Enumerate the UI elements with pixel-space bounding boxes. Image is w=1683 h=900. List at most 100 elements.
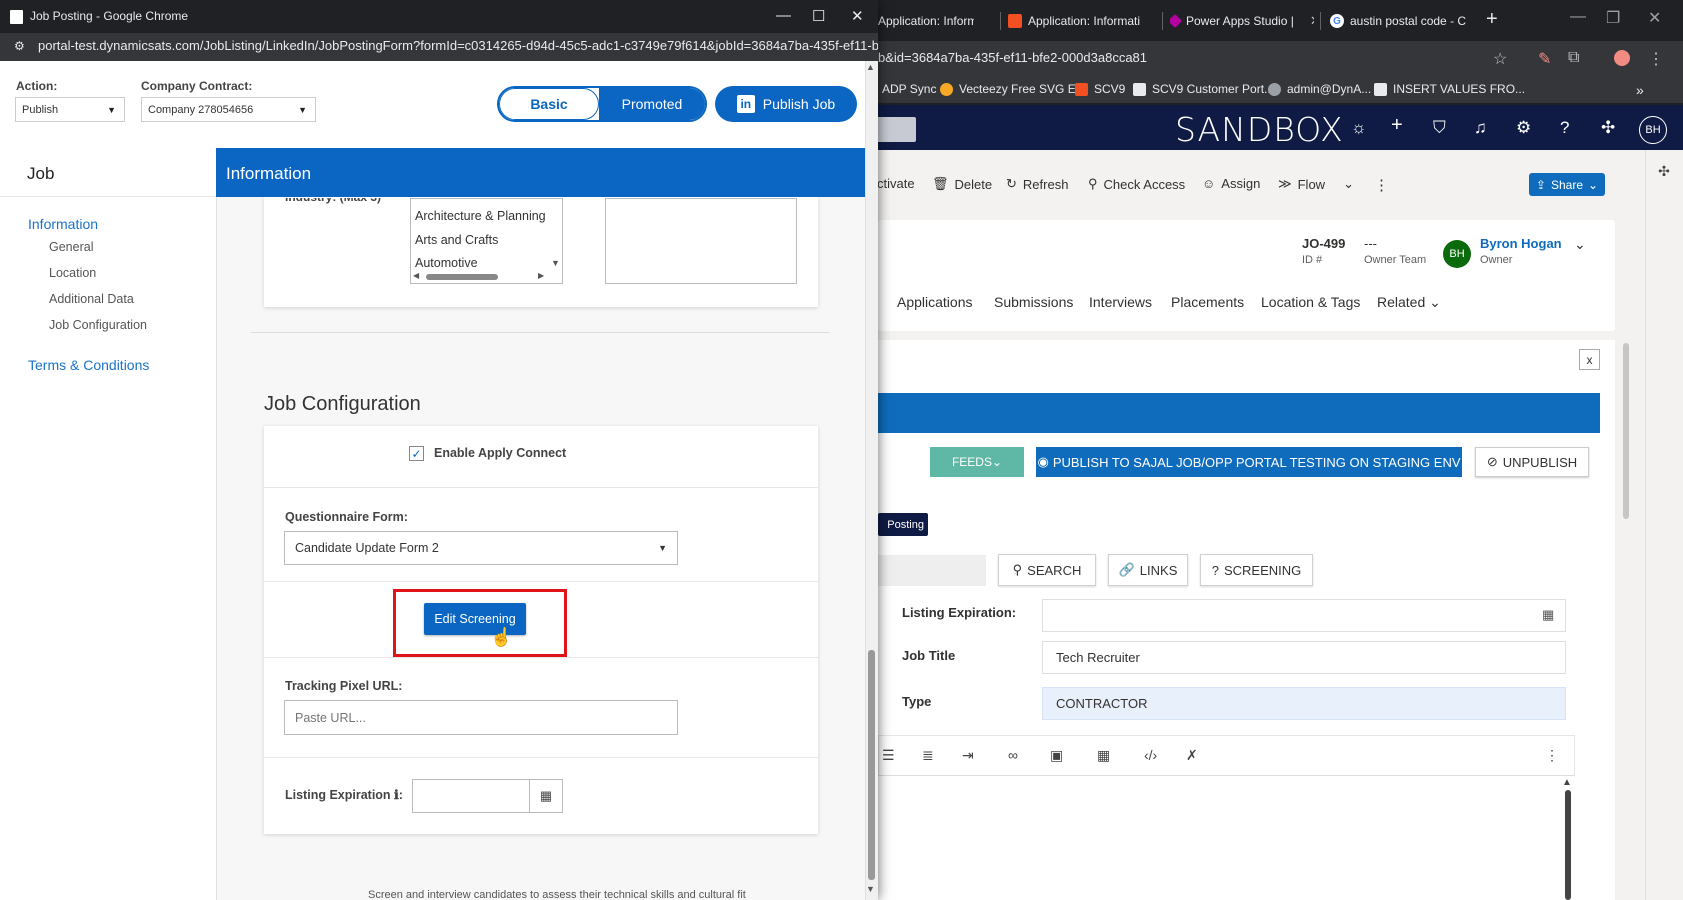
- scroll-up-icon[interactable]: ▲: [1562, 777, 1572, 788]
- bookmark-6[interactable]: INSERT VALUES FRO...: [1374, 82, 1525, 96]
- bg-tab-3[interactable]: Power Apps Studio | ✕: [1170, 6, 1314, 36]
- action-select[interactable]: Publish ▼: [15, 97, 125, 122]
- tracking-pixel-input[interactable]: [284, 700, 678, 735]
- enable-apply-connect-checkbox[interactable]: ✓: [409, 446, 424, 461]
- avatar[interactable]: BH: [1639, 116, 1667, 144]
- close-window-icon[interactable]: ✕: [1648, 8, 1661, 28]
- bookmark-2[interactable]: Vecteezy Free SVG E...: [940, 82, 1086, 96]
- industry-option[interactable]: Automotive: [415, 256, 478, 270]
- publish-to-portal-button[interactable]: ◉ PUBLISH TO SAJAL JOB/OPP PORTAL TESTING…: [1036, 447, 1462, 477]
- link-icon[interactable]: ∞: [1008, 747, 1018, 763]
- questionnaire-form-select[interactable]: Candidate Update Form 2 ▼: [284, 531, 678, 565]
- tab-submissions[interactable]: Submissions: [994, 294, 1073, 310]
- close-window-icon[interactable]: ✕: [851, 7, 864, 25]
- nav-general[interactable]: General: [49, 240, 93, 254]
- tab-related[interactable]: Related ⌄: [1377, 294, 1441, 311]
- new-tab-icon[interactable]: +: [1486, 8, 1498, 31]
- cmd-refresh[interactable]: ↻ Refresh: [1006, 176, 1068, 192]
- copilot-side-icon[interactable]: ✣: [1645, 163, 1683, 180]
- scroll-up-icon[interactable]: ▲: [866, 62, 875, 72]
- industry-option[interactable]: Architecture & Planning: [415, 209, 546, 223]
- type-field[interactable]: CONTRACTOR: [1042, 687, 1566, 720]
- links-button[interactable]: 🔗 LINKS: [1108, 554, 1188, 586]
- scroll-left-icon[interactable]: ◀: [413, 271, 419, 280]
- image-icon[interactable]: ▣: [1050, 747, 1063, 764]
- basic-option[interactable]: Basic: [499, 88, 599, 120]
- bookmark-4[interactable]: SCV9 Customer Port...: [1133, 82, 1274, 96]
- popup-url[interactable]: portal-test.dynamicsats.com/JobListing/L…: [38, 38, 878, 53]
- editor-scrollbar[interactable]: [1565, 790, 1571, 900]
- bg-tab-4[interactable]: G austin postal code - C ✕: [1330, 6, 1478, 36]
- popup-scrollbar-thumb[interactable]: [868, 650, 875, 880]
- search-button[interactable]: ⚲ SEARCH: [998, 554, 1096, 586]
- bg-tab-2[interactable]: Application: Informati ✕: [1008, 6, 1156, 36]
- numbered-list-icon[interactable]: ≣: [922, 747, 934, 764]
- owner-name-link[interactable]: Byron Hogan: [1480, 236, 1562, 251]
- chrome-menu-icon[interactable]: ⋮: [1648, 49, 1664, 69]
- tab-interviews[interactable]: Interviews: [1089, 294, 1152, 310]
- scroll-down-icon[interactable]: ▼: [551, 258, 560, 268]
- nav-location[interactable]: Location: [49, 266, 96, 280]
- minimize-icon[interactable]: —: [776, 7, 791, 24]
- bookmark-1[interactable]: ADP Sync: [882, 82, 936, 96]
- publish-job-button[interactable]: in Publish Job: [715, 86, 857, 122]
- table-icon[interactable]: ▦: [1097, 747, 1110, 764]
- maximize-icon[interactable]: ❐: [1606, 8, 1620, 28]
- add-icon[interactable]: +: [1391, 114, 1403, 137]
- code-icon[interactable]: ‹/›: [1144, 747, 1157, 763]
- lightbulb-icon[interactable]: ☼: [1351, 118, 1367, 138]
- help-icon[interactable]: ?: [1560, 118, 1569, 138]
- unpublish-button[interactable]: ⊘ UNPUBLISH: [1475, 447, 1589, 477]
- clear-format-icon[interactable]: ✗: [1186, 747, 1198, 764]
- star-icon[interactable]: ☆: [1493, 49, 1507, 69]
- calendar-icon[interactable]: ▦: [529, 779, 563, 813]
- background-url[interactable]: b&id=3684a7ba-435f-ef11-bfe2-000d3a8cca8…: [878, 50, 1147, 65]
- page-scrollbar[interactable]: [1623, 343, 1629, 519]
- calendar-icon[interactable]: ▦: [1542, 607, 1554, 623]
- cmd-delete[interactable]: 🗑 Delete: [932, 176, 992, 192]
- listbox-horizontal-scrollbar[interactable]: [426, 274, 498, 280]
- indent-icon[interactable]: ⇥: [962, 747, 974, 764]
- scroll-down-icon[interactable]: ▼: [866, 884, 875, 894]
- nav-additional-data[interactable]: Additional Data: [49, 292, 134, 306]
- tab-location-tags[interactable]: Location & Tags: [1261, 294, 1360, 310]
- panel-search-input[interactable]: [878, 555, 986, 586]
- gear-icon[interactable]: ⚙: [1516, 118, 1531, 138]
- company-contract-select[interactable]: Company 278054656 ▼: [141, 97, 316, 122]
- bookmark-5[interactable]: admin@DynA...: [1268, 82, 1371, 96]
- filter-icon[interactable]: ⛉: [1433, 118, 1446, 138]
- scroll-right-icon[interactable]: ▶: [538, 271, 544, 280]
- extensions-icon[interactable]: ⧉: [1568, 49, 1579, 67]
- bookmark-3[interactable]: SCV9: [1075, 82, 1125, 96]
- chevron-down-icon[interactable]: ⌄: [1574, 236, 1586, 253]
- promoted-option[interactable]: Promoted: [599, 88, 705, 120]
- share-button[interactable]: ⇪ Share ⌄: [1529, 173, 1605, 196]
- close-icon[interactable]: ✕: [1310, 13, 1314, 29]
- nav-terms-conditions[interactable]: Terms & Conditions: [28, 357, 149, 373]
- job-title-field[interactable]: Tech Recruiter: [1042, 641, 1566, 674]
- close-panel-button[interactable]: x: [1579, 349, 1600, 370]
- bg-tab-1[interactable]: Application: Informat ✕: [878, 6, 974, 36]
- nav-information[interactable]: Information: [28, 216, 98, 232]
- minimize-icon[interactable]: —: [1570, 8, 1586, 26]
- more-commands-icon[interactable]: ⋮: [1374, 176, 1389, 194]
- bell-icon[interactable]: ♫: [1474, 118, 1487, 138]
- industry-option[interactable]: Arts and Crafts: [415, 233, 498, 247]
- tab-placements[interactable]: Placements: [1171, 294, 1244, 310]
- listing-expiration-field[interactable]: [1042, 599, 1566, 632]
- profile-icon[interactable]: [1614, 50, 1630, 66]
- more-icon[interactable]: ⋮: [1545, 747, 1559, 764]
- cmd-activate[interactable]: ctivate: [877, 176, 915, 191]
- site-info-icon[interactable]: ⚙: [14, 39, 25, 53]
- tab-applications[interactable]: Applications: [897, 294, 973, 310]
- copilot-icon[interactable]: ✣: [1601, 118, 1615, 138]
- cmd-check-access[interactable]: ⚲ Check Access: [1088, 176, 1185, 192]
- feeds-button[interactable]: FEEDS ⌄: [930, 447, 1024, 477]
- bookmarks-overflow-icon[interactable]: »: [1636, 82, 1644, 98]
- listing-expiration-input[interactable]: [412, 779, 530, 813]
- extension-pin-icon[interactable]: ✎: [1538, 49, 1551, 69]
- selected-industries-box[interactable]: [605, 198, 797, 284]
- cmd-assign[interactable]: ☺ Assign: [1202, 176, 1260, 191]
- nav-job-configuration[interactable]: Job Configuration: [49, 318, 147, 332]
- maximize-icon[interactable]: ☐: [812, 7, 825, 25]
